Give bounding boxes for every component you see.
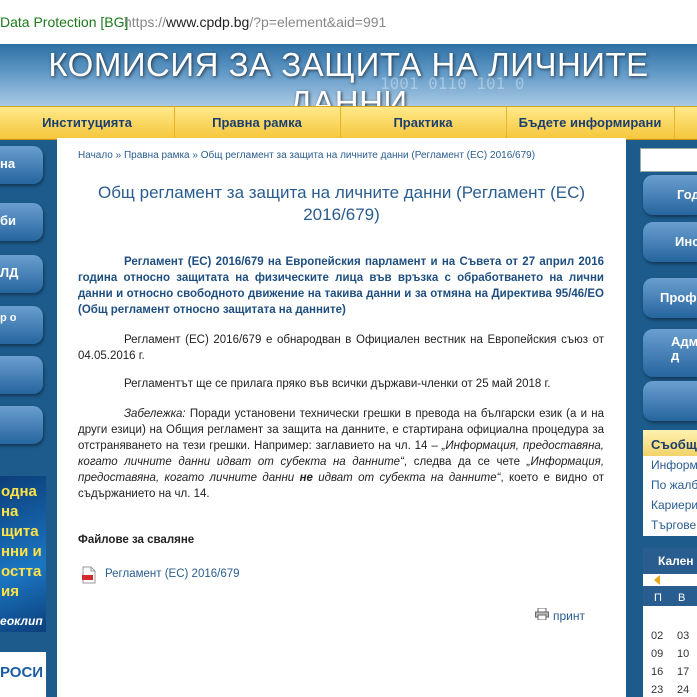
left-sidebar-button-label: ЛД (0, 265, 19, 280)
calendar-day[interactable]: 03 (677, 630, 689, 642)
main-content: Начало » Правна рамка » Общ регламент за… (57, 138, 626, 697)
breadcrumb-current: Общ регламент за защита на личните данни… (200, 150, 536, 161)
file-download-link[interactable]: Регламент (ЕС) 2016/679 (105, 568, 240, 580)
url-path: /?p=element&aid=991 (249, 14, 387, 30)
right-sidebar-button-label: Адм д (671, 334, 697, 363)
left-sidebar-button-2[interactable]: би (0, 203, 43, 241)
promo-banner-2-text: РОСИ (0, 664, 44, 681)
right-sidebar-button-label: Инс (675, 234, 697, 249)
right-sidebar-button-2[interactable]: Инс (643, 222, 697, 262)
url-field[interactable]: https://www.cpdp.bg/?p=element&aid=991 (124, 14, 386, 30)
regulation-lead: Регламент (ЕС) 2016/679 на Европейския п… (78, 254, 604, 318)
url-prefix: https:// (124, 14, 167, 30)
left-sidebar-button-4[interactable]: р о (0, 306, 43, 344)
pdf-icon[interactable] (81, 566, 97, 584)
nav-item-legal-framework[interactable]: Правна рамка (174, 107, 341, 139)
right-sidebar-button-label: Год (677, 187, 697, 202)
calendar-day[interactable]: 24 (677, 684, 689, 696)
site-title: КОМИСИЯ ЗА ЗАЩИТА НА ЛИЧНИТЕ ДАННИ (48, 46, 649, 106)
calendar-day[interactable]: 23 (651, 684, 663, 696)
site-banner: 1001 0110 101 0 КОМИСИЯ ЗА ЗАЩИТА НА ЛИЧ… (0, 44, 697, 106)
lead-text: Регламент (ЕС) 2016/679 на Европейския п… (78, 256, 604, 316)
left-sidebar-button-6[interactable] (0, 406, 43, 444)
calendar-day[interactable]: 16 (651, 666, 663, 678)
breadcrumb-separator: » (115, 150, 122, 161)
right-sidebar-button-4[interactable]: Адм д (643, 329, 697, 377)
breadcrumb-home[interactable]: Начало (78, 150, 113, 161)
messages-item[interactable]: По жалб (643, 476, 697, 496)
messages-item[interactable]: Информ (643, 456, 697, 476)
right-sidebar-button-3[interactable]: Проф (643, 278, 697, 318)
left-sidebar-button-label: р о (0, 312, 17, 324)
messages-panel: Съобщ Информ По жалб Кариери Търгове (643, 430, 697, 536)
calendar-panel: Кален П В 02 03 09 10 16 17 23 24 (643, 548, 697, 697)
left-sidebar-button-label: би (0, 213, 17, 228)
right-sidebar-button-label: Проф (660, 290, 697, 305)
publication-text: Регламент (ЕС) 2016/679 е обнародван в О… (78, 334, 604, 362)
search-input[interactable] (640, 148, 697, 172)
page-title: Общ регламент за защита на личните данни… (97, 183, 586, 224)
calendar-heading: Кален (643, 548, 697, 574)
right-sidebar-button-1[interactable]: Год (643, 175, 697, 215)
calendar-day[interactable]: 17 (677, 666, 689, 678)
note-paragraph: Забележка: Поради установени технически … (78, 406, 604, 502)
left-sidebar-button-3[interactable]: ЛД (0, 255, 43, 293)
calendar-day[interactable]: 02 (651, 630, 663, 642)
nav-item-be-informed[interactable]: Бъдете информирани (506, 107, 675, 139)
messages-item[interactable]: Търгове (643, 516, 697, 536)
messages-item[interactable]: Кариери (643, 496, 697, 516)
application-text: Регламентът ще се прилага пряко във всич… (124, 378, 551, 390)
left-sidebar-button-1[interactable]: на (0, 146, 43, 184)
calendar-prev-arrow-icon[interactable] (654, 575, 660, 585)
address-bar[interactable]: Data Protection [BG] https://www.cpdp.bg… (0, 0, 697, 45)
promo-banner-caption: еоклип (0, 614, 43, 628)
nav-item-practice[interactable]: Практика (340, 107, 507, 139)
right-sidebar-button-5[interactable] (643, 381, 697, 421)
promo-banner-text: одна на щита нни и остта ия (1, 483, 42, 600)
calendar-day[interactable]: 09 (651, 648, 663, 660)
site-identity[interactable]: Data Protection [BG] (0, 14, 128, 30)
printer-icon (535, 608, 549, 620)
note-quote-emphasis: не (299, 472, 313, 484)
publication-paragraph: Регламент (ЕС) 2016/679 е обнародван в О… (78, 332, 604, 364)
note-quote-part: идват от субекта на данните“ (312, 472, 501, 484)
url-domain: www.cpdp.bg (166, 14, 250, 30)
calendar-dayheader-bar (643, 586, 697, 606)
nav-item-institution[interactable]: Институцията (0, 107, 175, 139)
print-button[interactable]: принт (535, 608, 585, 623)
main-nav: Институцията Правна рамка Практика Бъдет… (0, 106, 697, 140)
calendar-dayheader: П (654, 592, 662, 604)
messages-heading: Съобщ (643, 430, 697, 456)
promo-banner-2[interactable]: РОСИ (0, 652, 46, 697)
note-label: Забележка: (124, 408, 186, 420)
breadcrumb-separator: » (192, 150, 198, 161)
note-text: , следва да се чете (403, 456, 527, 468)
breadcrumb-section[interactable]: Правна рамка (124, 150, 190, 161)
calendar-day[interactable]: 10 (677, 648, 689, 660)
application-paragraph: Регламентът ще се прилага пряко във всич… (78, 376, 604, 392)
breadcrumb: Начало » Правна рамка » Общ регламент за… (78, 150, 535, 161)
print-label: принт (553, 609, 585, 623)
video-promo-banner[interactable]: одна на щита нни и остта ия еоклип (0, 476, 46, 632)
calendar-dayheader: В (678, 592, 686, 604)
left-sidebar-button-label: на (0, 156, 16, 171)
files-heading: Файлове за сваляне (78, 534, 195, 546)
left-sidebar-button-5[interactable] (0, 356, 43, 394)
